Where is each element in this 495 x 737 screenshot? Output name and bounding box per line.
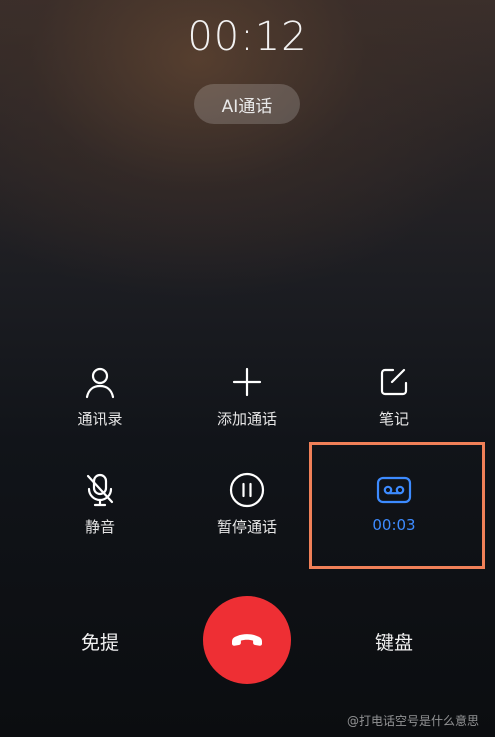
ai-call-button[interactable]: AI通话 — [194, 84, 300, 124]
highlight-box — [309, 442, 485, 569]
note-edit-icon — [374, 362, 414, 402]
keypad-button[interactable]: 键盘 — [375, 628, 413, 655]
person-icon — [80, 362, 120, 402]
contacts-label: 通讯录 — [77, 410, 123, 428]
notes-label: 笔记 — [378, 410, 409, 428]
mute-label: 静音 — [84, 518, 115, 536]
speaker-button[interactable]: 免提 — [81, 628, 119, 655]
pause-icon — [227, 470, 267, 510]
hang-up-icon — [226, 617, 268, 663]
hold-call-button[interactable]: 暂停通话 — [172, 470, 322, 560]
mic-off-icon — [80, 470, 120, 510]
plus-icon — [227, 362, 267, 402]
contacts-button[interactable]: 通讯录 — [25, 362, 175, 452]
hang-up-button[interactable] — [203, 596, 291, 684]
call-timer: 00:12 — [187, 14, 308, 60]
add-call-button[interactable]: 添加通话 — [172, 362, 322, 452]
mute-button[interactable]: 静音 — [25, 470, 175, 560]
watermark: @打电话空号是什么意思 — [346, 714, 479, 728]
hold-call-label: 暂停通话 — [216, 518, 277, 536]
notes-button[interactable]: 笔记 — [319, 362, 469, 452]
add-call-label: 添加通话 — [216, 410, 277, 428]
